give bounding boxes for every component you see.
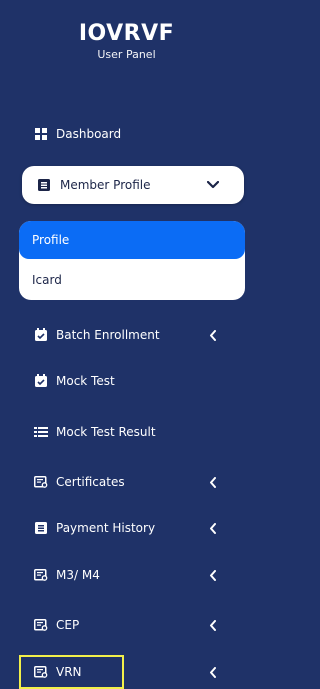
nav-label-certificates: Certificates [56,475,125,489]
nav-label-cep: CEP [56,618,80,632]
chevron-left-icon [206,475,218,489]
certificate-icon [34,665,48,679]
nav-label-mock-test: Mock Test [56,374,115,388]
brand-subtitle: User Panel [97,48,156,61]
certificate-icon [34,618,48,632]
chevron-down-icon [206,178,220,192]
chevron-left-icon [206,665,218,679]
submenu-item-icard[interactable]: Icard [19,261,245,299]
nav-item-batch-enrollment[interactable]: Batch Enrollment [34,323,234,347]
nav-label-m3-m4: M3/ M4 [56,568,100,582]
chevron-left-icon [206,328,218,342]
calendar-check-icon [34,374,48,388]
nav-label-mock-test-result: Mock Test Result [56,425,156,439]
chevron-left-icon [206,618,218,632]
submenu-item-profile[interactable]: Profile [19,221,245,259]
nav-label-payment-history: Payment History [56,521,156,535]
nav-label-dashboard: Dashboard [56,127,122,141]
list-icon [34,425,48,439]
nav-label-member-profile: Member Profile [60,178,151,192]
submenu-label-icard: Icard [32,273,62,287]
certificate-icon [34,568,48,582]
nav-item-mock-test-result[interactable]: Mock Test Result [34,420,234,444]
member-profile-submenu: Profile Icard [19,221,245,300]
sidebar: IOVRVF User Panel Dashboard Member Profi… [0,0,253,689]
chevron-left-icon [206,568,218,582]
nav-item-certificates[interactable]: Certificates [34,470,234,494]
grid-icon [34,127,48,141]
nav-item-cep[interactable]: CEP [34,613,234,637]
list-icon [34,521,48,535]
nav-item-vrn[interactable]: VRN [34,660,234,684]
nav-label-batch-enrollment: Batch Enrollment [56,328,160,342]
nav-item-dashboard[interactable]: Dashboard [34,122,234,146]
nav-item-member-profile[interactable]: Member Profile [22,166,244,204]
calendar-check-icon [34,328,48,342]
brand-title: IOVRVF [78,21,175,46]
nav-item-m3-m4[interactable]: M3/ M4 [34,563,234,587]
chevron-left-icon [206,521,218,535]
brand: IOVRVF User Panel [0,22,253,62]
list-icon [38,179,50,191]
certificate-icon [34,475,48,489]
nav-item-mock-test[interactable]: Mock Test [34,369,234,393]
nav-item-payment-history[interactable]: Payment History [34,516,234,540]
nav-label-vrn: VRN [56,665,82,679]
submenu-label-profile: Profile [32,233,70,247]
